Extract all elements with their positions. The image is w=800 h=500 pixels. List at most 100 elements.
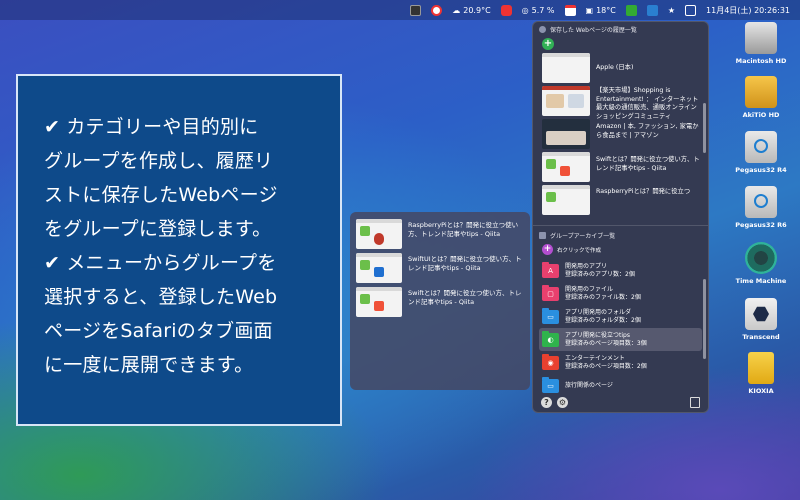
history-item-title: Apple (日本) (596, 64, 634, 71)
group-name: 開発用のアプリ (565, 262, 608, 270)
desc-line: ✔ カテゴリーや目的別に (44, 116, 259, 138)
display-status-icon[interactable] (646, 4, 658, 16)
drive-icon (745, 186, 777, 218)
status-app-icon[interactable] (410, 4, 422, 16)
desktop-icon-label: Pegasus32 R4 (735, 166, 787, 174)
history-item-title: RaspberryPiとは？開発に役立つ (596, 188, 691, 195)
add-history-button[interactable]: + (542, 38, 554, 50)
web-folder-icon: ▭ (542, 376, 559, 393)
chip-icon: ▣ (585, 5, 594, 15)
history-header-label: 保存した Webページの履歴一覧 (550, 26, 637, 34)
page-thumbnail (542, 152, 590, 182)
group-count: 登録済みのフォルダ数：2個 (565, 316, 641, 324)
page-thumbnail (542, 119, 590, 149)
history-item[interactable]: RaspberryPiとは？開発に役立つ (542, 185, 702, 218)
temperature-status[interactable]: ▣ 18°C (586, 6, 616, 15)
drive-icon (745, 298, 777, 330)
page-thumbnail (542, 185, 590, 215)
group-preview-panel: RaspberryPiとは？開発に役立つ使い方、トレンド記事やtips - Qi… (350, 212, 530, 390)
folder-folder-icon: ▭ (542, 307, 559, 324)
desktop-icon-label: Pegasus32 R6 (735, 221, 787, 229)
page-title: Swiftとは？開発に役立つ使い方、トレンド記事やtips - Qiita (408, 289, 522, 306)
desc-line: ストに保存したWebページ (44, 184, 278, 206)
history-item[interactable]: 【楽天市場】Shopping is Entertainment! ： インターネ… (542, 86, 702, 120)
desktop-icon-pegasus-r4[interactable]: Pegasus32 R4 (731, 131, 791, 174)
group-name: アプリ開発に役立つtips (565, 331, 630, 339)
page-thumbnail (542, 86, 590, 116)
create-group-label: 右クリックで作成 (557, 247, 602, 254)
group-item[interactable]: ◉ エンターテインメント 登録済みのページ項目数：2個 (539, 351, 702, 374)
web-folder-icon: ◉ (542, 353, 559, 370)
panel-footer: ? ⚙ (533, 392, 708, 412)
desc-line: グループを作成し、履歴リ (44, 150, 274, 172)
menu-clock[interactable]: 11月4日(土) 20:26:31 (706, 5, 790, 16)
description-card: ✔ カテゴリーや目的別に グループを作成し、履歴リ ストに保存したWebページ … (16, 74, 342, 426)
desktop-icon-pegasus-r6[interactable]: Pegasus32 R6 (731, 186, 791, 229)
desktop-icon-label: KIOXIA (748, 387, 774, 395)
desktop-icon-akitio-hd[interactable]: AkiTiO HD (731, 76, 791, 119)
desktop-icon-kioxia[interactable]: KIOXIA (731, 352, 791, 395)
archive-header-label: グループアーカイブ一覧 (550, 232, 616, 240)
history-item[interactable]: Apple (日本) (542, 53, 702, 86)
drive-icon (745, 22, 777, 54)
history-item[interactable]: Swiftとは？開発に役立つ使い方、トレンド記事やtips - Qiita (542, 152, 702, 185)
drive-icon (748, 352, 774, 384)
window-toggle-button[interactable] (690, 396, 700, 408)
app-folder-icon: A (542, 261, 559, 278)
cloud-icon: ☁ (452, 5, 461, 15)
menu-bar: ☁ 20.9°C ◎ 5.7 % ▣ 18°C ★ 11月4日(土) 20:26… (0, 0, 800, 20)
weather-status[interactable]: ☁ 20.9°C (452, 6, 490, 15)
group-item[interactable]: ▢ 開発用のファイル 登録済みのファイル数：2個 (539, 282, 702, 305)
page-thumbnail (356, 219, 402, 249)
desktop-icon-macintosh-hd[interactable]: Macintosh HD (731, 22, 791, 65)
inside-temperature: 18°C (596, 5, 616, 15)
group-page-item[interactable]: RaspberryPiとは？開発に役立つ使い方、トレンド記事やtips - Qi… (356, 219, 524, 253)
page-title: SwiftUIとは？開発に役立つ使い方、トレンド記事やtips - Qiita (408, 255, 522, 272)
file-folder-icon: ▢ (542, 284, 559, 301)
group-count: 登録済みのページ項目数：3個 (565, 339, 647, 347)
group-item[interactable]: ▭ アプリ開発用のフォルダ 登録済みのフォルダ数：2個 (539, 305, 702, 328)
help-button[interactable]: ? (541, 396, 552, 408)
group-page-item[interactable]: SwiftUIとは？開発に役立つ使い方、トレンド記事やtips - Qiita (356, 253, 524, 287)
history-item-title: 【楽天市場】Shopping is Entertainment! ： インターネ… (596, 87, 699, 120)
group-item[interactable]: ▭ 旅行関係のページ (539, 374, 702, 394)
desc-line: に一度に展開できます。 (44, 354, 254, 376)
cpu-status[interactable]: ◎ 5.7 % (522, 6, 555, 15)
desktop-icon-label: AkiTiO HD (742, 111, 780, 119)
desktop-icon-label: Time Machine (735, 277, 787, 285)
group-count: 登録済みのページ項目数：2個 (565, 362, 647, 370)
group-page-item[interactable]: Swiftとは？開発に役立つ使い方、トレンド記事やtips - Qiita (356, 287, 524, 321)
history-list: Apple (日本) 【楽天市場】Shopping is Entertainme… (533, 53, 708, 223)
control-center-icon[interactable] (685, 4, 697, 16)
page-title: RaspberryPiとは？開発に役立つ使い方、トレンド記事やtips - Qi… (408, 221, 519, 238)
drive-icon (745, 76, 777, 108)
group-name: アプリ開発用のフォルダ (565, 308, 632, 316)
archive-scrollbar[interactable] (703, 279, 706, 359)
status-app-icon-2[interactable] (431, 4, 443, 16)
group-name: エンターテインメント (565, 354, 625, 362)
history-scrollbar[interactable] (703, 103, 706, 153)
page-thumbnail (542, 53, 590, 83)
desc-line: ✔ メニューからグループを (44, 252, 277, 274)
add-group-icon: + (542, 244, 553, 255)
calendar-status-icon[interactable] (564, 4, 576, 16)
cpu-usage: 5.7 % (531, 5, 555, 15)
desktop-icon-time-machine[interactable]: Time Machine (731, 242, 791, 285)
group-count: 登録済みのファイル数：2個 (565, 293, 641, 301)
app-status-icon-red[interactable] (500, 4, 512, 16)
create-group-hint[interactable]: + 右クリックで作成 (533, 242, 708, 259)
page-thumbnail (356, 253, 402, 283)
group-item-selected[interactable]: ◐ アプリ開発に役立つtips 登録済みのページ項目数：3個 (539, 328, 702, 351)
page-thumbnail (356, 287, 402, 317)
history-item-title: Amazon | 本, ファッション, 家電から食品まで | アマゾン (596, 123, 699, 139)
gauge-icon: ◎ (521, 5, 529, 15)
desc-line: をグループに登録します。 (44, 218, 272, 240)
web-folder-icon: ◐ (542, 330, 559, 347)
desktop-icon-label: Macintosh HD (735, 57, 787, 65)
battery-status-icon[interactable] (625, 4, 637, 16)
settings-gear-button[interactable]: ⚙ (557, 396, 568, 408)
star-icon[interactable]: ★ (668, 6, 675, 15)
desktop-icon-transcend[interactable]: Transcend (731, 298, 791, 341)
group-item[interactable]: A 開発用のアプリ 登録済みのアプリ数：2個 (539, 259, 702, 282)
history-item[interactable]: Amazon | 本, ファッション, 家電から食品まで | アマゾン (542, 119, 702, 152)
